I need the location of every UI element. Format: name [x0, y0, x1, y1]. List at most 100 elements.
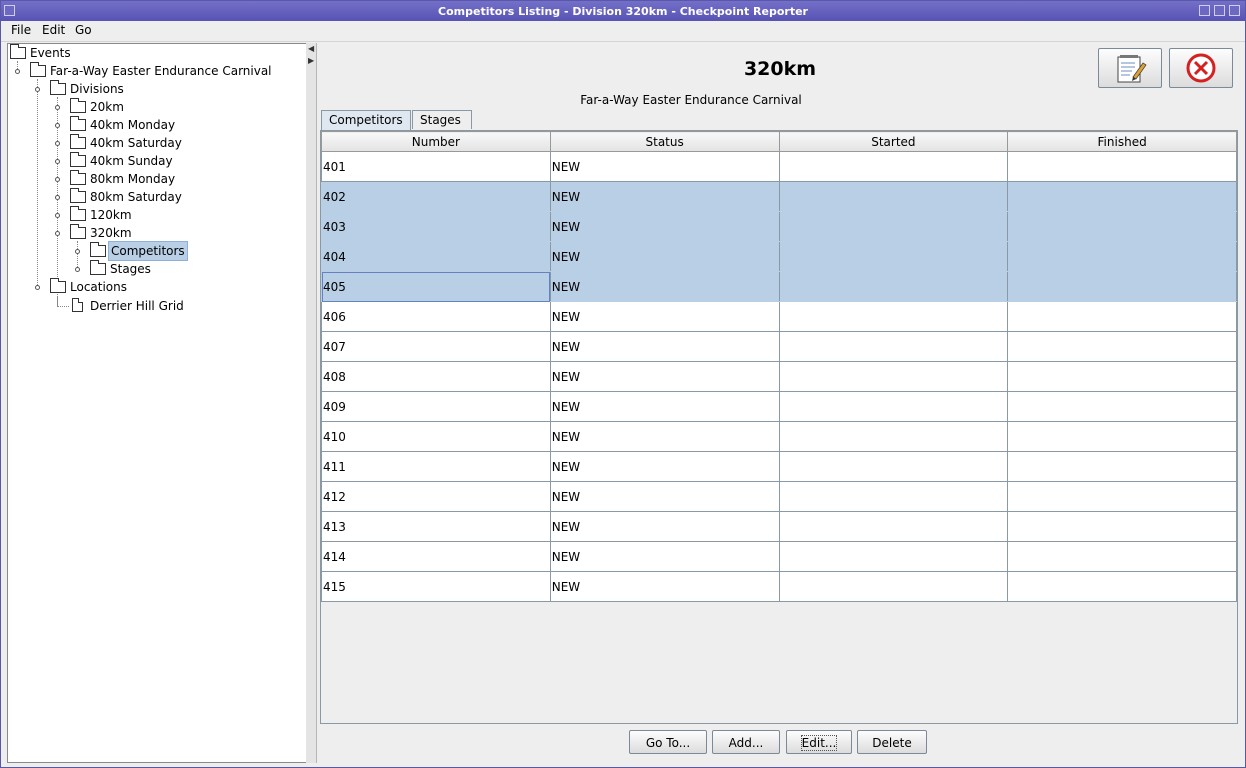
table-cell-finished[interactable]	[1007, 541, 1237, 572]
expand-handle-icon[interactable]	[55, 195, 60, 200]
table-cell-finished[interactable]	[1007, 421, 1237, 452]
expand-right-icon[interactable]: ▶	[308, 56, 314, 65]
table-row[interactable]: 412 NEW	[321, 481, 1237, 512]
table-cell-status[interactable]: NEW	[549, 331, 780, 362]
table-row[interactable]: 402 NEW	[321, 181, 1237, 212]
table-cell-status[interactable]: NEW	[549, 481, 780, 512]
tab-competitors[interactable]: Competitors	[321, 110, 411, 130]
minimize-icon[interactable]	[1199, 5, 1210, 16]
column-header-started[interactable]: Started	[778, 131, 1009, 152]
expand-handle-icon[interactable]	[15, 69, 20, 74]
menu-file[interactable]: File	[11, 23, 31, 37]
table-row[interactable]: 413 NEW	[321, 511, 1237, 542]
table-row[interactable]: 414 NEW	[321, 541, 1237, 572]
table-cell-status[interactable]: NEW	[549, 271, 780, 302]
table-cell-status[interactable]: NEW	[549, 511, 780, 542]
table-cell-status[interactable]: NEW	[549, 391, 780, 422]
table-cell-number[interactable]: 408	[321, 361, 551, 392]
expand-handle-icon[interactable]	[55, 105, 60, 110]
table-row[interactable]: 405 NEW	[321, 271, 1237, 302]
split-pane-divider[interactable]: ◀ ▶	[306, 43, 316, 763]
table-cell-status[interactable]: NEW	[549, 361, 780, 392]
table-cell-started[interactable]	[778, 541, 1009, 572]
table-cell-started[interactable]	[778, 241, 1009, 272]
table-row[interactable]: 408 NEW	[321, 361, 1237, 392]
table-cell-finished[interactable]	[1007, 451, 1237, 482]
menu-edit[interactable]: Edit	[42, 23, 65, 37]
table-cell-finished[interactable]	[1007, 271, 1237, 302]
maximize-icon[interactable]	[1214, 5, 1225, 16]
table-cell-number[interactable]: 412	[321, 481, 551, 512]
table-cell-finished[interactable]	[1007, 151, 1237, 182]
expand-handle-icon[interactable]	[75, 249, 80, 254]
table-row[interactable]: 401 NEW	[321, 151, 1237, 182]
table-cell-number[interactable]: 409	[321, 391, 551, 422]
table-cell-finished[interactable]	[1007, 301, 1237, 332]
table-row[interactable]: 406 NEW	[321, 301, 1237, 332]
table-cell-started[interactable]	[778, 301, 1009, 332]
collapse-left-icon[interactable]: ◀	[308, 44, 314, 53]
add-button[interactable]: Add...	[712, 730, 780, 754]
table-cell-status[interactable]: NEW	[549, 421, 780, 452]
table-row[interactable]: 409 NEW	[321, 391, 1237, 422]
expand-handle-icon[interactable]	[75, 267, 80, 272]
close-panel-button[interactable]	[1169, 48, 1233, 88]
table-cell-started[interactable]	[778, 151, 1009, 182]
table-cell-started[interactable]	[778, 421, 1009, 452]
table-cell-started[interactable]	[778, 451, 1009, 482]
goto-button[interactable]: Go To...	[629, 730, 707, 754]
table-cell-finished[interactable]	[1007, 331, 1237, 362]
table-row[interactable]: 404 NEW	[321, 241, 1237, 272]
table-cell-finished[interactable]	[1007, 181, 1237, 212]
expand-handle-icon[interactable]	[55, 123, 60, 128]
table-cell-number[interactable]: 413	[321, 511, 551, 542]
table-row[interactable]: 407 NEW	[321, 331, 1237, 362]
table-cell-status[interactable]: NEW	[549, 451, 780, 482]
table-cell-started[interactable]	[778, 211, 1009, 242]
expand-handle-icon[interactable]	[35, 285, 40, 290]
competitors-table-scrollpane[interactable]: Number Status Started Finished 401 NEW 402…	[320, 130, 1238, 724]
table-cell-number[interactable]: 411	[321, 451, 551, 482]
edit-details-button[interactable]	[1098, 48, 1162, 88]
table-cell-finished[interactable]	[1007, 481, 1237, 512]
table-cell-finished[interactable]	[1007, 391, 1237, 422]
expand-handle-icon[interactable]	[55, 177, 60, 182]
table-cell-started[interactable]	[778, 181, 1009, 212]
expand-handle-icon[interactable]	[55, 213, 60, 218]
table-cell-finished[interactable]	[1007, 571, 1237, 602]
table-cell-number[interactable]: 402	[321, 181, 551, 212]
navigation-tree[interactable]: Events Far-a-Way Easter Endurance Carniv…	[7, 43, 307, 763]
table-cell-started[interactable]	[778, 361, 1009, 392]
table-cell-status[interactable]: NEW	[549, 211, 780, 242]
table-cell-number[interactable]: 414	[321, 541, 551, 572]
table-cell-status[interactable]: NEW	[549, 181, 780, 212]
table-cell-started[interactable]	[778, 571, 1009, 602]
delete-button[interactable]: Delete	[857, 730, 927, 754]
table-cell-number[interactable]: 407	[321, 331, 551, 362]
table-cell-number[interactable]: 404	[321, 241, 551, 272]
expand-handle-icon[interactable]	[55, 231, 60, 236]
table-cell-finished[interactable]	[1007, 361, 1237, 392]
table-cell-number[interactable]: 406	[321, 301, 551, 332]
table-cell-number[interactable]: 415	[321, 571, 551, 602]
close-window-icon[interactable]	[1229, 5, 1240, 16]
table-cell-finished[interactable]	[1007, 211, 1237, 242]
expand-handle-icon[interactable]	[55, 159, 60, 164]
column-header-status[interactable]: Status	[549, 131, 780, 152]
column-header-number[interactable]: Number	[321, 131, 551, 152]
table-row[interactable]: 411 NEW	[321, 451, 1237, 482]
table-cell-number[interactable]: 410	[321, 421, 551, 452]
table-row[interactable]: 410 NEW	[321, 421, 1237, 452]
table-cell-started[interactable]	[778, 511, 1009, 542]
expand-handle-icon[interactable]	[35, 87, 40, 92]
table-cell-number[interactable]: 405	[321, 271, 551, 302]
table-cell-status[interactable]: NEW	[549, 541, 780, 572]
tab-stages[interactable]: Stages	[412, 110, 472, 129]
expand-handle-icon[interactable]	[55, 141, 60, 146]
table-cell-status[interactable]: NEW	[549, 571, 780, 602]
table-row[interactable]: 415 NEW	[321, 571, 1237, 602]
column-header-finished[interactable]: Finished	[1007, 131, 1237, 152]
menu-go[interactable]: Go	[75, 23, 92, 37]
title-bar[interactable]: Competitors Listing - Division 320km - C…	[1, 1, 1245, 21]
table-cell-status[interactable]: NEW	[549, 301, 780, 332]
